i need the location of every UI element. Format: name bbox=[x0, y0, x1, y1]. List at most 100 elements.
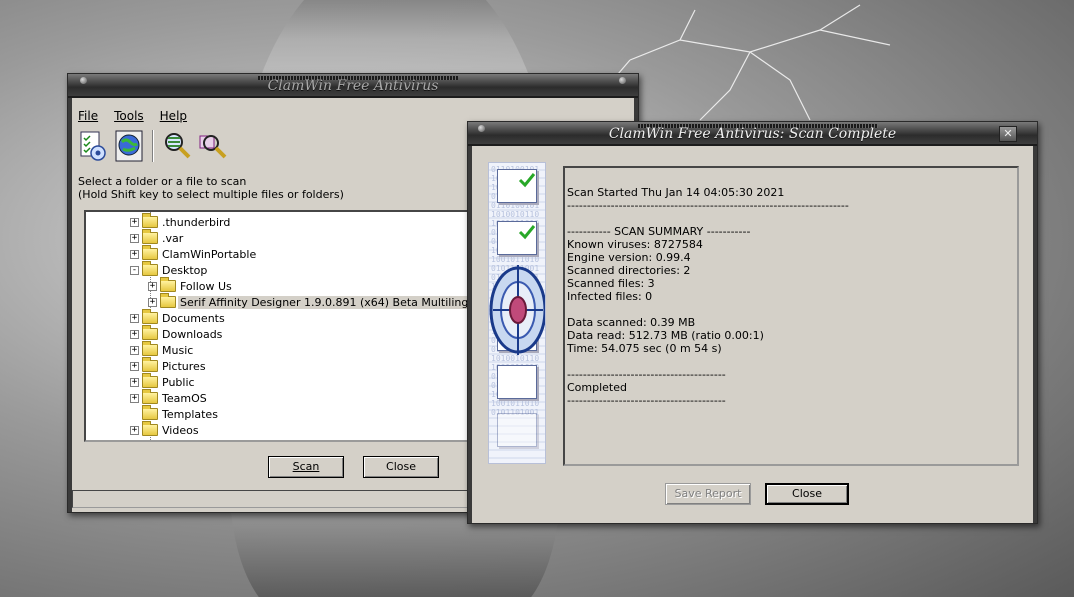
tree-item[interactable]: + Documents bbox=[130, 309, 227, 326]
window-frame-left bbox=[468, 146, 472, 523]
menu-help[interactable]: Help bbox=[158, 108, 189, 124]
expand-icon[interactable]: + bbox=[148, 281, 157, 291]
tree-item[interactable]: + Serif Affinity Designer 1.9.0.891 (x64)… bbox=[148, 293, 482, 310]
tree-item[interactable]: Templates bbox=[130, 405, 220, 422]
update-icon[interactable] bbox=[114, 130, 144, 162]
report-line: Engine version: 0.99.4 bbox=[567, 251, 691, 264]
expand-icon[interactable]: + bbox=[130, 313, 139, 323]
scan-button[interactable]: Scan bbox=[268, 456, 344, 478]
expand-icon[interactable]: + bbox=[130, 233, 139, 243]
instruction-line: Select a folder or a file to scan bbox=[78, 175, 247, 188]
expand-icon[interactable]: + bbox=[130, 361, 139, 371]
close-icon[interactable]: ✕ bbox=[999, 126, 1017, 142]
preferences-icon[interactable] bbox=[78, 130, 108, 162]
collapse-icon[interactable]: - bbox=[130, 265, 139, 275]
instructions: Select a folder or a file to scan (Hold … bbox=[78, 175, 344, 201]
expand-icon[interactable]: + bbox=[130, 425, 139, 435]
scan-window-title: ClamWin Free Antivirus: Scan Complete bbox=[608, 126, 897, 142]
menu-bar: File Tools Help bbox=[76, 108, 189, 124]
tree-item[interactable]: + Music bbox=[130, 341, 195, 358]
tree-item[interactable]: + .thunderbird bbox=[130, 213, 232, 230]
folder-icon bbox=[142, 341, 158, 356]
folder-icon bbox=[142, 229, 158, 244]
scan-complete-window: ClamWin Free Antivirus: Scan Complete ✕ … bbox=[467, 121, 1038, 524]
report-line: Scanned files: 3 bbox=[567, 277, 655, 290]
scan-files-icon[interactable] bbox=[198, 130, 228, 162]
tree-item-label: .thunderbird bbox=[162, 215, 231, 229]
expand-icon[interactable]: + bbox=[130, 329, 139, 339]
expand-icon[interactable]: + bbox=[130, 393, 139, 403]
expand-icon[interactable]: + bbox=[130, 377, 139, 387]
report-line: ---------------------------------------- bbox=[567, 368, 726, 381]
tree-item-label: Serif Affinity Designer 1.9.0.891 (x64) … bbox=[178, 295, 482, 309]
scanner-target-icon bbox=[489, 265, 545, 355]
scan-report-text: Scan Started Thu Jan 14 04:05:30 2021 ---… bbox=[563, 166, 1019, 466]
expand-icon bbox=[130, 410, 139, 419]
expand-icon[interactable]: + bbox=[130, 249, 139, 259]
report-line bbox=[567, 355, 1015, 368]
folder-icon bbox=[142, 405, 158, 420]
report-line: Completed bbox=[567, 381, 627, 394]
report-line: Infected files: 0 bbox=[567, 290, 653, 303]
menu-tools[interactable]: Tools bbox=[112, 108, 146, 124]
window-frame-right bbox=[1033, 146, 1037, 523]
tree-item-label: Documents bbox=[162, 311, 225, 325]
main-close-button[interactable]: Close bbox=[363, 456, 439, 478]
tree-item[interactable]: + Pictures bbox=[130, 357, 208, 374]
folder-icon bbox=[142, 373, 158, 388]
report-line: Time: 54.075 sec (0 m 54 s) bbox=[567, 342, 722, 355]
report-line bbox=[567, 212, 1015, 225]
menu-file[interactable]: File bbox=[76, 108, 100, 124]
tree-item-label: .var bbox=[162, 231, 184, 245]
report-line: Known viruses: 8727584 bbox=[567, 238, 703, 251]
toolbar bbox=[78, 128, 228, 164]
report-line bbox=[567, 303, 1015, 316]
tree-item[interactable]: + TeamOS bbox=[130, 389, 209, 406]
folder-icon bbox=[142, 245, 158, 260]
tree-item[interactable]: + Public bbox=[130, 373, 197, 390]
report-line: Scanned directories: 2 bbox=[567, 264, 691, 277]
folder-icon bbox=[160, 277, 176, 292]
tree-item[interactable]: + Downloads bbox=[130, 325, 224, 342]
tree-item-label: Public bbox=[162, 375, 195, 389]
report-line: Scan Started Thu Jan 14 04:05:30 2021 bbox=[567, 186, 785, 199]
folder-icon bbox=[142, 421, 158, 436]
save-report-button[interactable]: Save Report bbox=[665, 483, 751, 505]
scan-banner-graphic: 0110100101101001011010010110100101101001… bbox=[488, 162, 546, 464]
folder-tree[interactable]: + .thunderbird + .var + ClamWinPortable - Deskt… bbox=[84, 210, 484, 442]
checked-document-icon bbox=[497, 169, 537, 203]
tree-item-label: TeamOS bbox=[162, 391, 207, 405]
tree-item-label: Pictures bbox=[162, 359, 206, 373]
scan-close-button[interactable]: Close bbox=[765, 483, 849, 505]
tree-item-label: ClamWinPortable bbox=[162, 247, 257, 261]
tree-item-label: Videos bbox=[162, 423, 199, 437]
document-icon bbox=[497, 413, 537, 447]
tree-item-label: Templates bbox=[162, 407, 218, 421]
main-titlebar[interactable]: ClamWin Free Antivirus bbox=[68, 74, 638, 98]
tree-item[interactable]: + Follow Us bbox=[148, 277, 234, 294]
folder-icon bbox=[142, 357, 158, 372]
report-line: ---------------------------------------- bbox=[567, 394, 726, 407]
main-window-title: ClamWin Free Antivirus bbox=[267, 78, 439, 94]
tree-item[interactable]: + Videos bbox=[130, 421, 201, 438]
scan-memory-icon[interactable] bbox=[162, 130, 192, 162]
folder-icon bbox=[142, 213, 158, 228]
scan-titlebar[interactable]: ClamWin Free Antivirus: Scan Complete ✕ bbox=[468, 122, 1037, 146]
report-line: Data read: 512.73 MB (ratio 0.00:1) bbox=[567, 329, 764, 342]
folder-icon bbox=[142, 389, 158, 404]
expand-icon[interactable]: + bbox=[130, 217, 139, 227]
tree-item[interactable]: + .var bbox=[130, 229, 185, 246]
folder-icon bbox=[142, 261, 158, 276]
report-line: ----------- SCAN SUMMARY ----------- bbox=[567, 225, 751, 238]
folder-icon bbox=[142, 325, 158, 340]
expand-icon[interactable]: + bbox=[130, 345, 139, 355]
expand-icon[interactable]: + bbox=[148, 297, 157, 307]
tree-item[interactable]: + ClamWinPortable bbox=[130, 245, 258, 262]
tree-item-label: Downloads bbox=[162, 327, 223, 341]
tree-item-label: Desktop bbox=[162, 263, 208, 277]
report-line: Data scanned: 0.39 MB bbox=[567, 316, 696, 329]
toolbar-separator bbox=[152, 130, 154, 162]
tree-item-label: Follow Us bbox=[180, 279, 232, 293]
tree-item[interactable]: - Desktop bbox=[130, 261, 209, 278]
document-icon bbox=[497, 365, 537, 399]
